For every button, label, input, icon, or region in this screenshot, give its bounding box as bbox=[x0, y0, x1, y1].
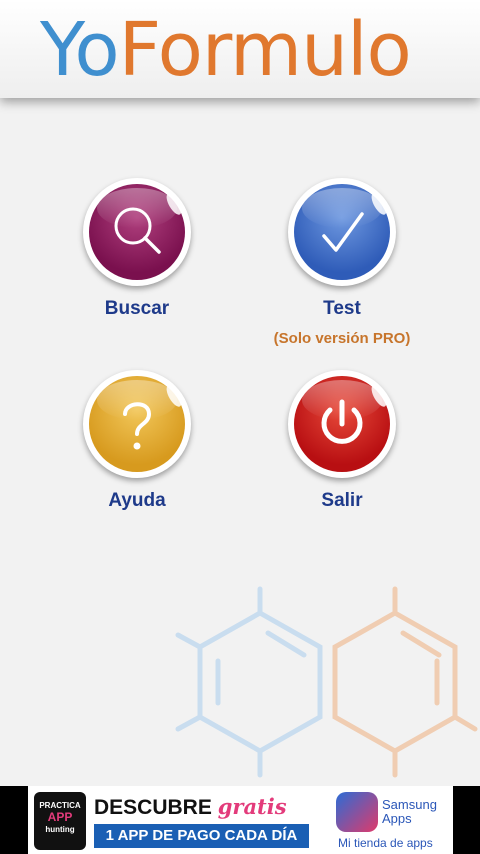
ad-title: DESCUBRE gratis bbox=[94, 794, 287, 820]
samsung-apps-icon bbox=[336, 792, 378, 832]
ad-store-tagline: Mi tienda de apps bbox=[338, 836, 433, 850]
benzene-decoration-icon bbox=[175, 586, 478, 778]
test-button[interactable]: Test (Solo versión PRO) bbox=[272, 178, 412, 347]
app-logo: YoFormulo bbox=[40, 2, 412, 98]
ad-title-main: DESCUBRE bbox=[94, 796, 212, 819]
app-header: YoFormulo bbox=[0, 0, 480, 98]
search-button[interactable]: Buscar bbox=[67, 178, 207, 320]
ad-subtitle: 1 APP DE PAGO CADA DÍA bbox=[94, 824, 309, 848]
pro-only-note: (Solo versión PRO) bbox=[273, 330, 411, 347]
search-label: Buscar bbox=[104, 298, 170, 319]
ad-banner[interactable]: PRACTICA APP hunting DESCUBRE gratis 1 A… bbox=[28, 786, 453, 854]
ad-left-bar bbox=[0, 786, 28, 854]
exit-orb[interactable] bbox=[288, 370, 396, 478]
help-button[interactable]: Ayuda bbox=[67, 370, 207, 512]
help-orb[interactable] bbox=[83, 370, 191, 478]
exit-button[interactable]: Salir bbox=[272, 370, 412, 512]
exit-label: Salir bbox=[321, 490, 363, 511]
help-label: Ayuda bbox=[108, 490, 166, 511]
ad-badge-line2: APP bbox=[47, 810, 73, 824]
ad-store-name: Samsung Apps bbox=[382, 797, 437, 826]
ad-right-bar bbox=[453, 786, 480, 854]
test-label: Test bbox=[323, 298, 361, 319]
logo-formulo: Formulo bbox=[118, 7, 412, 93]
test-orb[interactable] bbox=[288, 178, 396, 286]
ad-badge: PRACTICA APP hunting bbox=[34, 792, 86, 850]
ad-badge-line3: hunting bbox=[45, 825, 75, 834]
logo-yo: Yo bbox=[40, 7, 120, 93]
ad-title-gratis: gratis bbox=[217, 794, 287, 819]
search-orb[interactable] bbox=[83, 178, 191, 286]
